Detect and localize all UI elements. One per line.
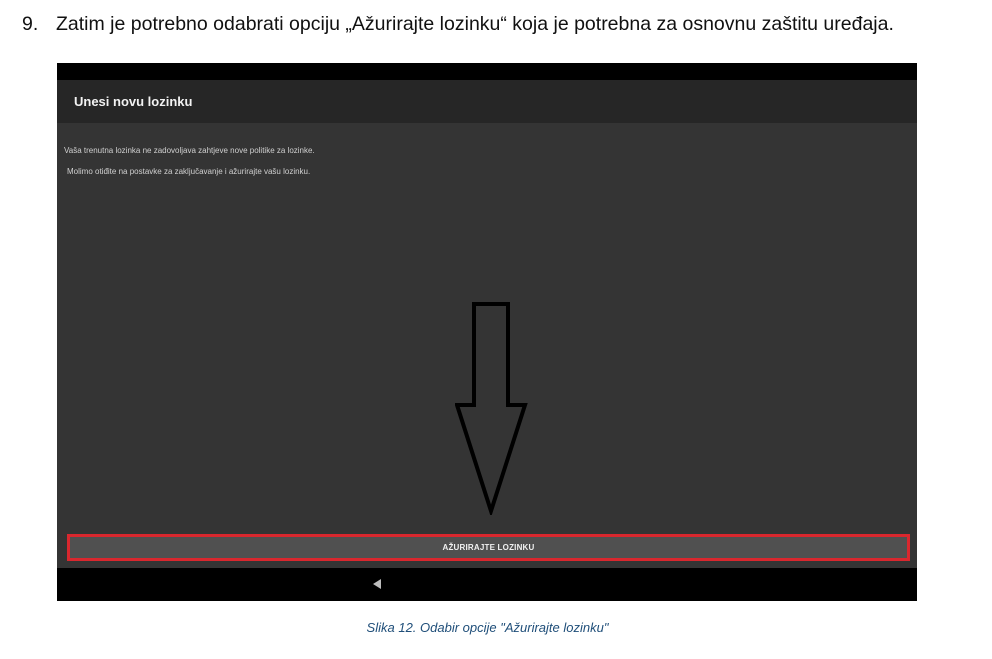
triangle-back-icon[interactable]	[371, 578, 383, 590]
figure-caption: Slika 12. Odabir opcije "Ažurirajte lozi…	[366, 620, 609, 635]
policy-message-line1: Vaša trenutna lozinka ne zadovoljava zah…	[64, 146, 315, 155]
screen-title: Unesi novu lozinku	[74, 94, 193, 109]
navigation-bar	[57, 568, 917, 601]
policy-message-line2: Molimo otiđite na postavke za zaključava…	[67, 167, 311, 176]
button-highlight: AŽURIRAJTE LOZINKU	[67, 534, 910, 561]
update-password-button[interactable]: AŽURIRAJTE LOZINKU	[70, 537, 907, 558]
app-header: Unesi novu lozinku	[57, 80, 917, 123]
down-arrow-annotation	[455, 302, 528, 515]
step-text: Zatim je potrebno odabrati opciju „Ažuri…	[56, 13, 894, 35]
device-screenshot: Unesi novu lozinku Vaša trenutna lozinka…	[57, 63, 917, 601]
down-arrow-shape	[455, 302, 528, 515]
step-number: 9.	[22, 13, 39, 35]
step-instruction: 9. Zatim je potrebno odabrati opciju „Ažu…	[22, 10, 987, 38]
